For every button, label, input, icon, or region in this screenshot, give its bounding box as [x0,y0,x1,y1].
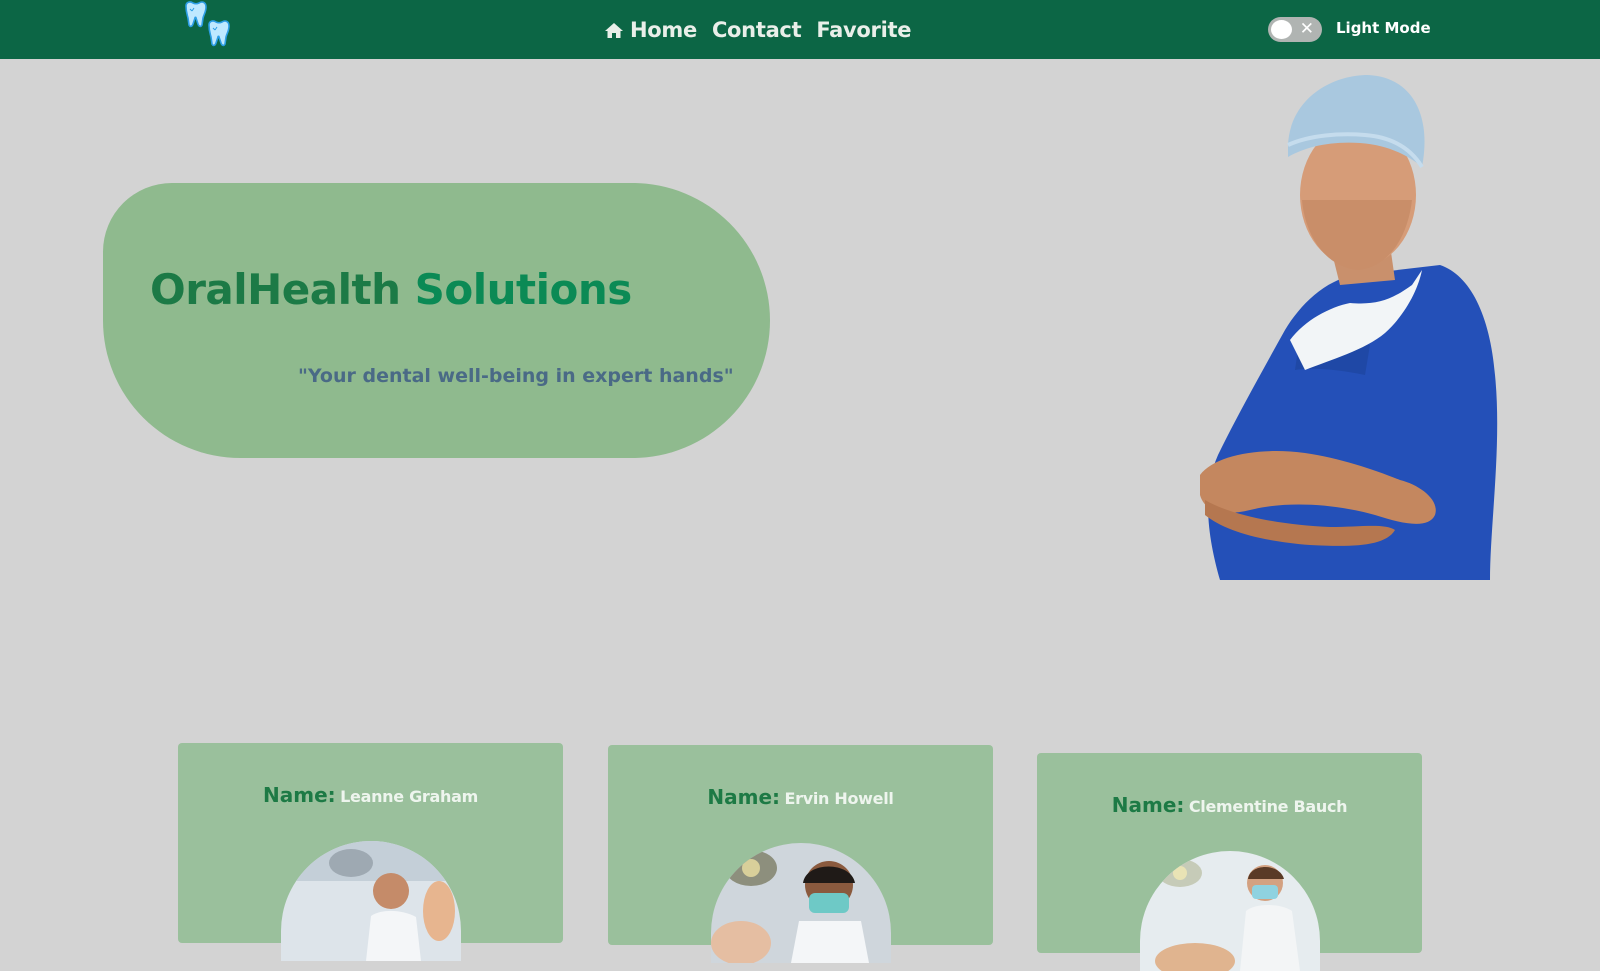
mode-toggle[interactable]: ✕ [1268,17,1322,42]
member-name: Ervin Howell [784,789,894,808]
hero-title: OralHealth Solutions [150,265,632,314]
nav-links: Home Contact Favorite [604,12,911,48]
name-label: Name: [1111,793,1185,817]
close-icon: ✕ [1299,19,1314,39]
toggle-knob [1271,20,1292,39]
mode-label: Light Mode [1336,19,1431,37]
team-card-name: Name: Leanne Graham [178,783,563,807]
member-name: Clementine Bauch [1188,797,1348,816]
hero-title-part-1: OralHealth [150,265,401,314]
hero-title-part-2: Solutions [414,265,633,314]
nav-link-favorite-label: Favorite [816,18,912,42]
hero-tagline: "Your dental well-being in expert hands" [298,365,734,387]
name-label: Name: [707,785,781,809]
nav-link-contact-label: Contact [711,18,802,42]
team-card-name: Name: Clementine Bauch [1037,793,1422,817]
member-photo [711,843,891,963]
teeth-logo-icon[interactable] [180,0,240,52]
nav-link-contact[interactable]: Contact [711,18,802,42]
team-card[interactable]: Name: Leanne Graham [178,743,563,961]
navbar: Home Contact Favorite ✕ Light Mode [0,0,1600,59]
member-photo [281,841,461,961]
nav-link-home-label: Home [630,18,697,42]
member-photo [1140,851,1320,971]
name-label: Name: [263,783,336,807]
home-icon [604,20,624,40]
dentist-photo [1190,75,1510,583]
nav-link-favorite[interactable]: Favorite [816,18,911,42]
team-card-name: Name: Ervin Howell [608,785,993,809]
hero-card: OralHealth Solutions "Your dental well-b… [103,183,770,458]
team-card[interactable]: Name: Clementine Bauch [1037,753,1422,971]
nav-link-home[interactable]: Home [604,18,697,42]
team-card[interactable]: Name: Ervin Howell [608,745,993,963]
member-name: Leanne Graham [340,787,478,806]
